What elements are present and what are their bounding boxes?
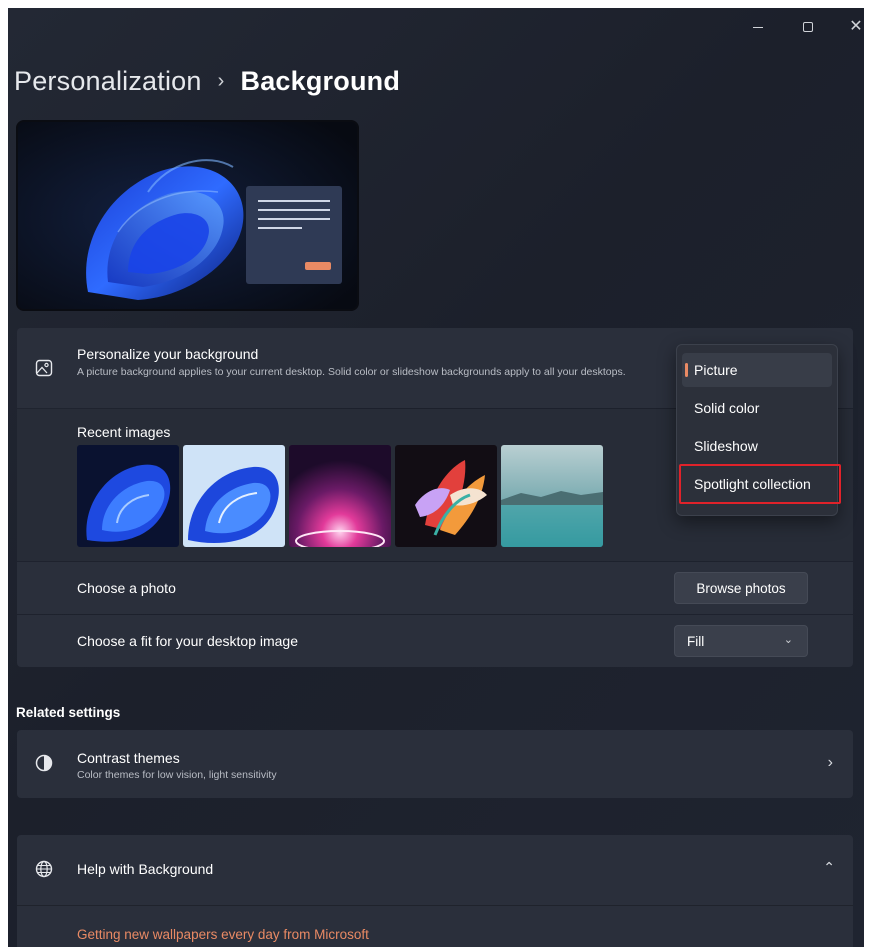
contrast-themes-title: Contrast themes — [77, 750, 180, 766]
dropdown-item-spotlight-collection[interactable]: Spotlight collection — [679, 464, 841, 504]
chevron-down-icon: ⌄ — [783, 634, 793, 646]
chevron-up-icon[interactable]: ⌃ — [823, 859, 835, 876]
dropdown-item-label: Slideshow — [694, 438, 758, 454]
dropdown-item-picture[interactable]: Picture — [682, 353, 832, 387]
chevron-right-icon: › — [827, 754, 833, 771]
recent-image-thumbnail[interactable] — [77, 445, 179, 547]
recent-images-list — [77, 445, 603, 547]
breadcrumb: Personalization › Background — [14, 66, 400, 97]
divider — [17, 905, 853, 906]
breadcrumb-parent[interactable]: Personalization — [14, 66, 202, 97]
personalize-title: Personalize your background — [77, 346, 259, 362]
breadcrumb-separator-icon: › — [217, 70, 225, 92]
page-title: Background — [240, 66, 401, 96]
help-title[interactable]: Help with Background — [77, 861, 213, 877]
recent-images-title: Recent images — [77, 424, 171, 440]
dropdown-item-label: Picture — [694, 362, 738, 378]
choose-photo-row: Choose a photo Browse photos — [17, 562, 853, 614]
background-type-dropdown: Picture Solid color Slideshow Spotlight … — [676, 344, 841, 516]
dropdown-item-label: Solid color — [694, 400, 760, 416]
choose-fit-title: Choose a fit for your desktop image — [77, 633, 299, 649]
globe-icon — [35, 860, 55, 880]
related-settings-heading: Related settings — [16, 705, 121, 720]
maximize-button[interactable] — [788, 14, 828, 40]
help-link-wallpapers[interactable]: Getting new wallpapers every day from Mi… — [77, 927, 369, 942]
desktop-preview — [16, 120, 359, 311]
settings-window: ✕ Personalization › Background Personali… — [8, 8, 864, 947]
recent-image-thumbnail[interactable] — [289, 445, 391, 547]
help-background-section: Help with Background ⌃ Getting new wallp… — [17, 835, 853, 947]
fit-select[interactable]: Fill ⌄ — [674, 625, 808, 657]
highlight-box — [679, 464, 841, 504]
recent-image-thumbnail[interactable] — [501, 445, 603, 547]
recent-image-thumbnail[interactable] — [395, 445, 497, 547]
choose-fit-row: Choose a fit for your desktop image Fill… — [17, 615, 853, 667]
contrast-themes-row[interactable]: Contrast themes Color themes for low vis… — [17, 730, 853, 798]
minimize-button[interactable] — [738, 14, 778, 40]
preview-illustration — [18, 122, 357, 309]
browse-photos-button[interactable]: Browse photos — [674, 572, 808, 604]
minimize-icon — [753, 26, 763, 28]
contrast-icon — [35, 754, 55, 774]
personalize-description: A picture background applies to your cur… — [77, 366, 626, 378]
maximize-icon — [803, 22, 813, 32]
fit-select-value: Fill — [687, 633, 705, 649]
dropdown-item-solid-color[interactable]: Solid color — [682, 391, 832, 425]
close-button[interactable]: ✕ — [836, 14, 864, 40]
picture-icon — [35, 359, 55, 379]
selected-indicator — [685, 363, 688, 377]
dropdown-item-slideshow[interactable]: Slideshow — [682, 429, 832, 463]
choose-photo-title: Choose a photo — [77, 580, 176, 596]
contrast-themes-description: Color themes for low vision, light sensi… — [77, 769, 277, 781]
recent-image-thumbnail[interactable] — [183, 445, 285, 547]
close-icon: ✕ — [849, 18, 863, 35]
